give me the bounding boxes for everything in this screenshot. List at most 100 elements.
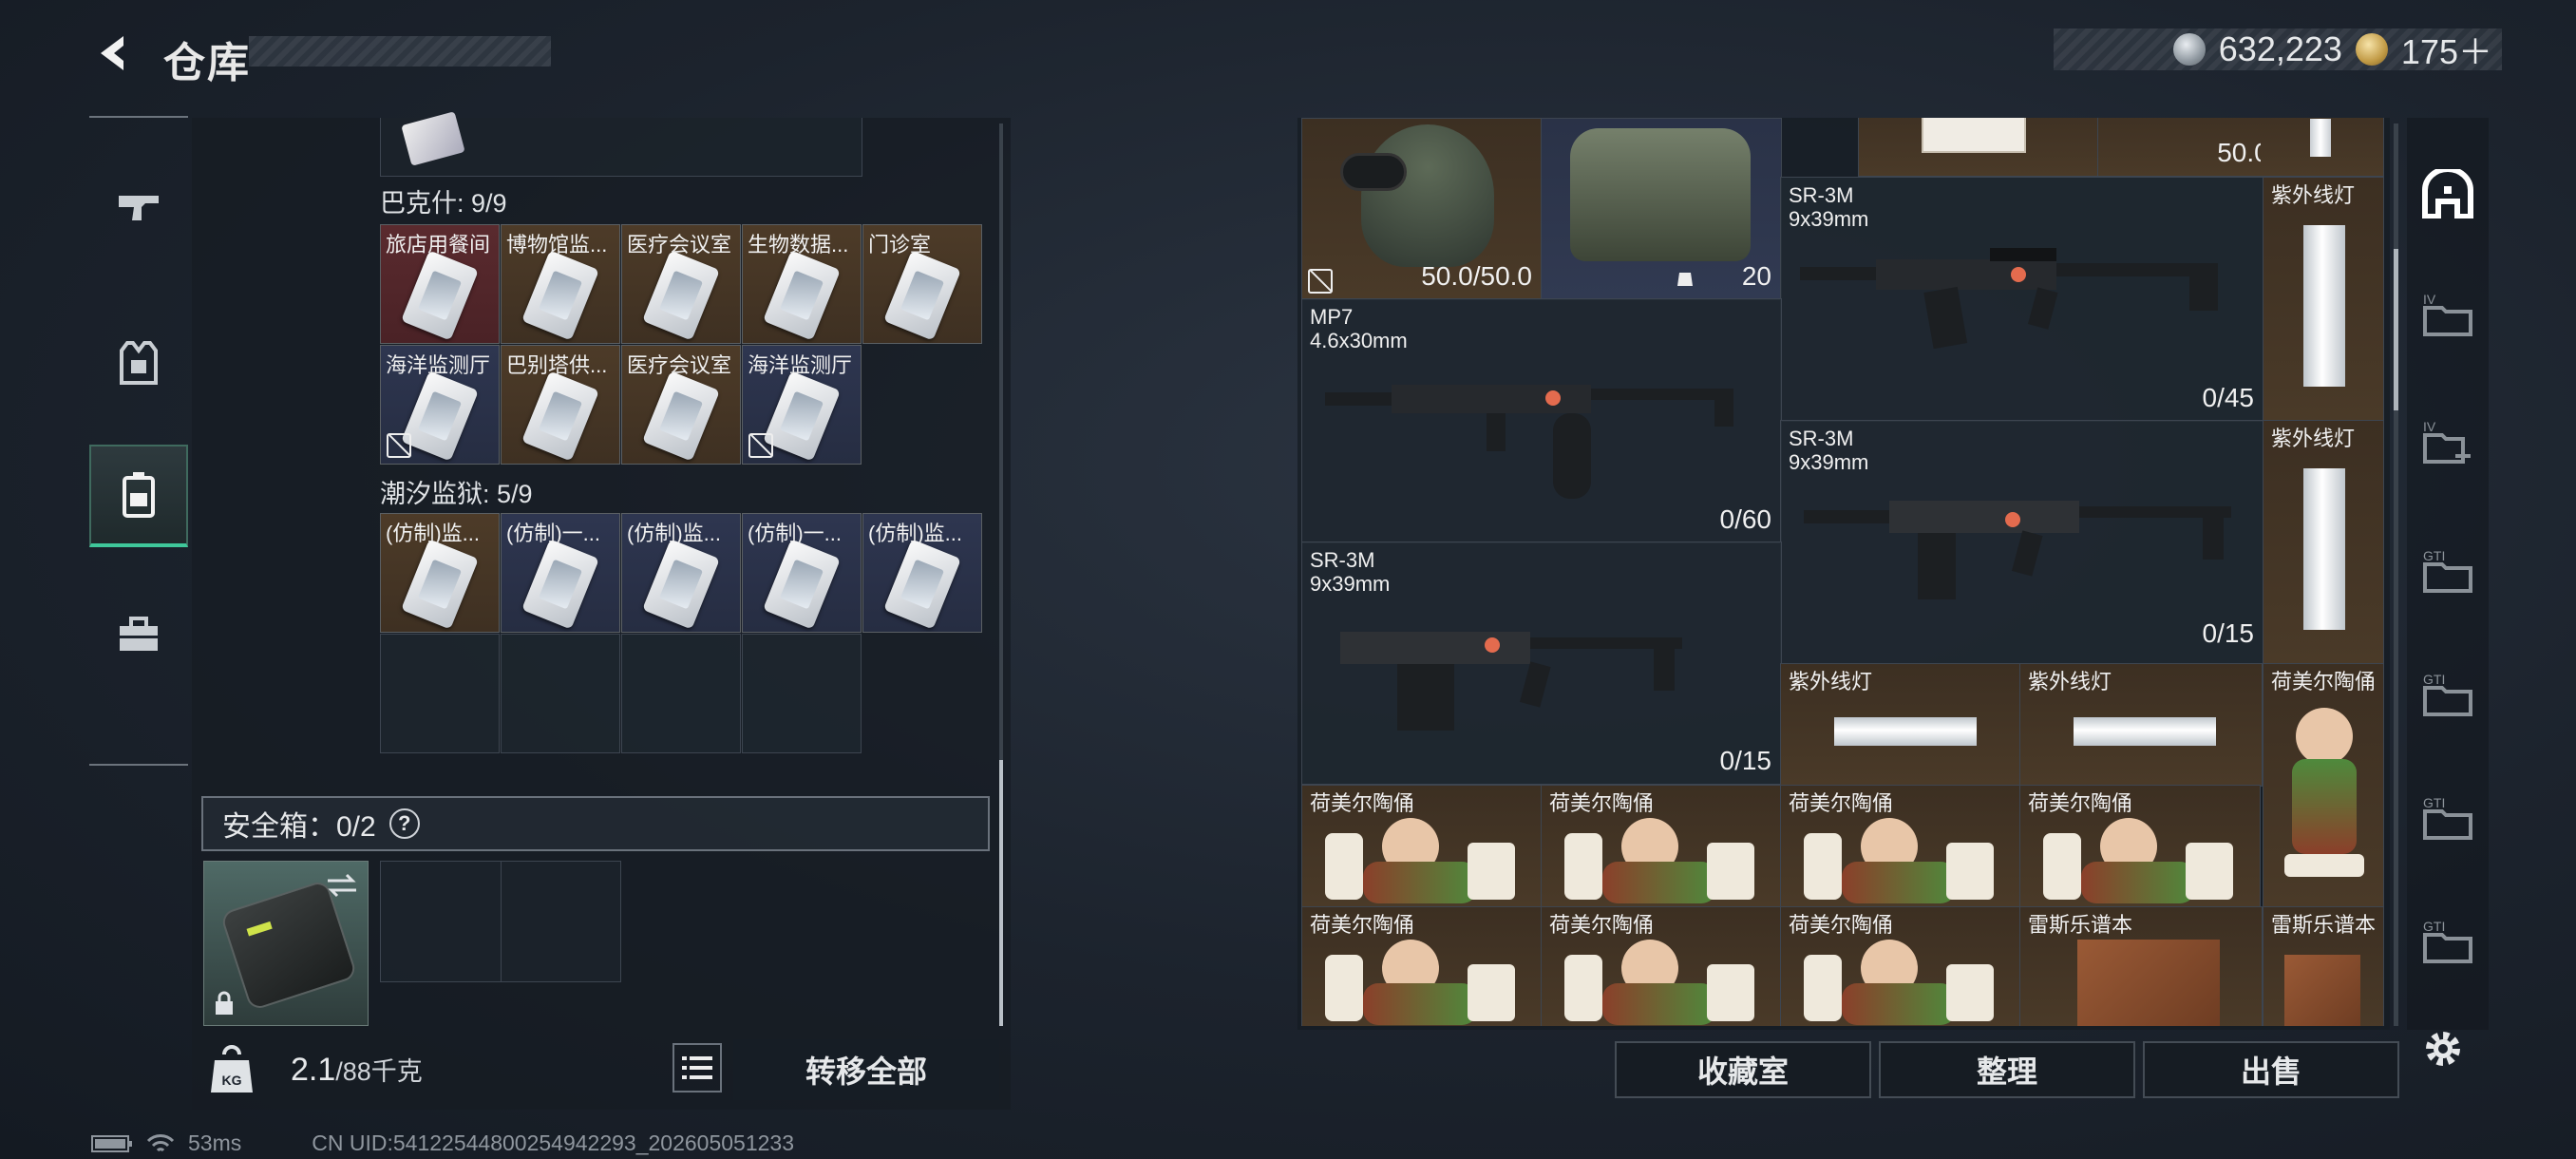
- inventory-item-box[interactable]: [1858, 118, 2099, 177]
- category-supplies[interactable]: [89, 583, 188, 686]
- weapon-ammo: 0/15: [1719, 746, 1772, 775]
- figurine-image: [1564, 814, 1760, 905]
- inventory-item-score-book-1[interactable]: 雷斯乐谱本: [2019, 906, 2263, 1026]
- inventory-item-uv-lamp-3[interactable]: 紫外线灯: [1780, 663, 2021, 787]
- category-gti-4[interactable]: GTI: [2407, 902, 2489, 978]
- weapon-ammo: 0/15: [2202, 618, 2255, 648]
- player-uid: CN UID:54122544800254942293_202605051233: [312, 1130, 794, 1155]
- category-iv-folder[interactable]: IV: [2407, 276, 2489, 352]
- inventory-item-figurine[interactable]: 荷美尔陶俑: [2019, 785, 2261, 908]
- inventory-weapon-sr3m-1[interactable]: SR-3M 9x39mm 0/45: [1780, 177, 2264, 422]
- tidal-prison-keycard[interactable]: (仿制)一...: [501, 513, 620, 633]
- weapon-name: SR-3M 9x39mm: [1310, 548, 1391, 596]
- sell-button[interactable]: 出售: [2143, 1041, 2399, 1098]
- keycard-image: [763, 250, 841, 341]
- lock-icon: [216, 991, 233, 1015]
- category-armor[interactable]: [89, 312, 188, 414]
- tidal-prison-keycard[interactable]: (仿制)监...: [380, 513, 500, 633]
- inventory-weapon-sr3m-3[interactable]: SR-3M 9x39mm 0/15: [1301, 542, 1782, 785]
- bakesh-keycard[interactable]: 博物馆监...: [501, 224, 620, 344]
- sort-button[interactable]: 整理: [1879, 1041, 2135, 1098]
- back-button[interactable]: [87, 27, 141, 80]
- bakesh-keycard[interactable]: 巴别塔供...: [501, 345, 620, 465]
- empty-slot[interactable]: [742, 634, 862, 753]
- item-name: 荷美尔陶俑: [2271, 670, 2377, 694]
- figurine-image: [1325, 936, 1521, 1026]
- empty-slot[interactable]: [501, 634, 620, 753]
- bakesh-keycard[interactable]: 海洋监测厅: [380, 345, 500, 465]
- transfer-all-button[interactable]: 转移全部: [733, 1039, 999, 1100]
- carry-weight: 2.1/88千克: [291, 1051, 423, 1089]
- keycard-name: (仿制)监...: [386, 522, 480, 545]
- category-keycards[interactable]: [89, 445, 188, 547]
- inventory-item-helmet[interactable]: 50.0/50.0: [1301, 118, 1543, 300]
- empty-slot[interactable]: [621, 634, 741, 753]
- keycard-image: [642, 370, 720, 462]
- inventory-item-backpack[interactable]: 20: [1541, 118, 1782, 300]
- tidal-prison-keycard[interactable]: (仿制)监...: [862, 513, 982, 633]
- bakesh-keycard[interactable]: 旅店用餐间: [380, 224, 500, 344]
- category-gti-3[interactable]: GTI: [2407, 779, 2489, 855]
- safe-box-help-button[interactable]: ?: [388, 808, 420, 839]
- inventory-item-figurine[interactable]: 荷美尔陶俑: [1541, 906, 1782, 1026]
- bakesh-keycard[interactable]: 海洋监测厅: [742, 345, 862, 465]
- category-iv-add[interactable]: IV: [2407, 403, 2489, 479]
- safe-box-container[interactable]: [203, 861, 369, 1026]
- keycard-name: 巴别塔供...: [506, 353, 608, 377]
- settings-gear-button[interactable]: [2420, 1026, 2466, 1072]
- stash-scrollbar-thumb[interactable]: [999, 760, 1003, 1026]
- figurine-image: [2043, 814, 2239, 905]
- keycard-name: 门诊室: [868, 233, 932, 256]
- tidal-prison-keycard[interactable]: (仿制)监...: [621, 513, 741, 633]
- bakesh-keycard[interactable]: 医疗会议室: [621, 224, 741, 344]
- inventory-item-figurine[interactable]: 荷美尔陶俑: [1301, 906, 1543, 1026]
- item-name: 紫外线灯: [2271, 183, 2356, 207]
- item-name: 紫外线灯: [2271, 427, 2356, 450]
- category-gti-2[interactable]: GTI: [2407, 656, 2489, 732]
- inventory-scrollbar-thumb[interactable]: [2394, 249, 2398, 410]
- page-title: 仓库: [163, 40, 251, 86]
- keycard-grid-tidal-prison: (仿制)监... (仿制)一... (仿制)监... (仿制)一... (仿制)监...: [380, 513, 984, 756]
- keycard-image: [642, 539, 720, 630]
- inventory-item-figurine[interactable]: 荷美尔陶俑: [1780, 906, 2021, 1026]
- bakesh-keycard[interactable]: 医疗会议室: [621, 345, 741, 465]
- category-all[interactable]: [2407, 156, 2489, 232]
- inventory-weapon-mp7[interactable]: MP7 4.6x30mm 0/60: [1301, 298, 1782, 543]
- house-icon: [2422, 169, 2473, 218]
- bakesh-keycard[interactable]: 门诊室: [862, 224, 982, 344]
- empty-slot[interactable]: [380, 634, 500, 753]
- inventory-category-rail: IV IV GTI GTI GTI GTI: [2407, 118, 2489, 1030]
- score-book-image: [2077, 940, 2220, 1026]
- inventory-item-score-book-2[interactable]: 雷斯乐谱本: [2263, 906, 2384, 1026]
- rifle-icon: [1340, 632, 1682, 731]
- item-name: 紫外线灯: [2028, 670, 2112, 694]
- inventory-item-figurine[interactable]: 荷美尔陶俑: [1780, 785, 2021, 908]
- currency-gold-value[interactable]: 175＋: [2401, 25, 2492, 74]
- tidal-prison-keycard[interactable]: (仿制)一...: [742, 513, 862, 633]
- currency-silver-value: 632,223: [2218, 29, 2342, 68]
- rifle-icon: [1800, 248, 2218, 349]
- gold-coin-icon: [2355, 33, 2388, 66]
- inventory-item-figurine[interactable]: 荷美尔陶俑: [1541, 785, 1782, 908]
- bakesh-keycard[interactable]: 生物数据...: [742, 224, 862, 344]
- backpack-count: 20: [1741, 261, 1771, 291]
- inventory-item-uv-lamp-2[interactable]: 紫外线灯: [2263, 420, 2384, 665]
- inventory-item-figurine-tall[interactable]: 荷美尔陶俑: [2263, 663, 2384, 908]
- keycard-name: 旅店用餐间: [386, 233, 491, 256]
- inventory-item-uv-lamp-partial[interactable]: [2261, 118, 2384, 177]
- category-gti-1[interactable]: GTI: [2407, 532, 2489, 608]
- inventory-item-uv-lamp-1[interactable]: 紫外线灯: [2263, 177, 2384, 422]
- uv-lamp-image: [2074, 717, 2216, 746]
- list-view-button[interactable]: [672, 1043, 722, 1092]
- safe-box-slots[interactable]: [380, 861, 621, 982]
- collection-room-button[interactable]: 收藏室: [1615, 1041, 1871, 1098]
- svg-text:KG: KG: [222, 1073, 242, 1088]
- no-drop-icon: [387, 433, 411, 458]
- inventory-item-figurine[interactable]: 荷美尔陶俑: [1301, 785, 1543, 908]
- inventory-item-uv-lamp-4[interactable]: 紫外线灯: [2019, 663, 2263, 787]
- safe-box-label: 安全箱：0/2: [222, 811, 376, 843]
- status-bar: 53ms CN UID:54122544800254942293_2026050…: [91, 1130, 794, 1156]
- weapon-ammo: 0/60: [1719, 504, 1772, 534]
- keycard-thumbnail: [401, 111, 465, 166]
- category-weapons[interactable]: [89, 156, 188, 258]
